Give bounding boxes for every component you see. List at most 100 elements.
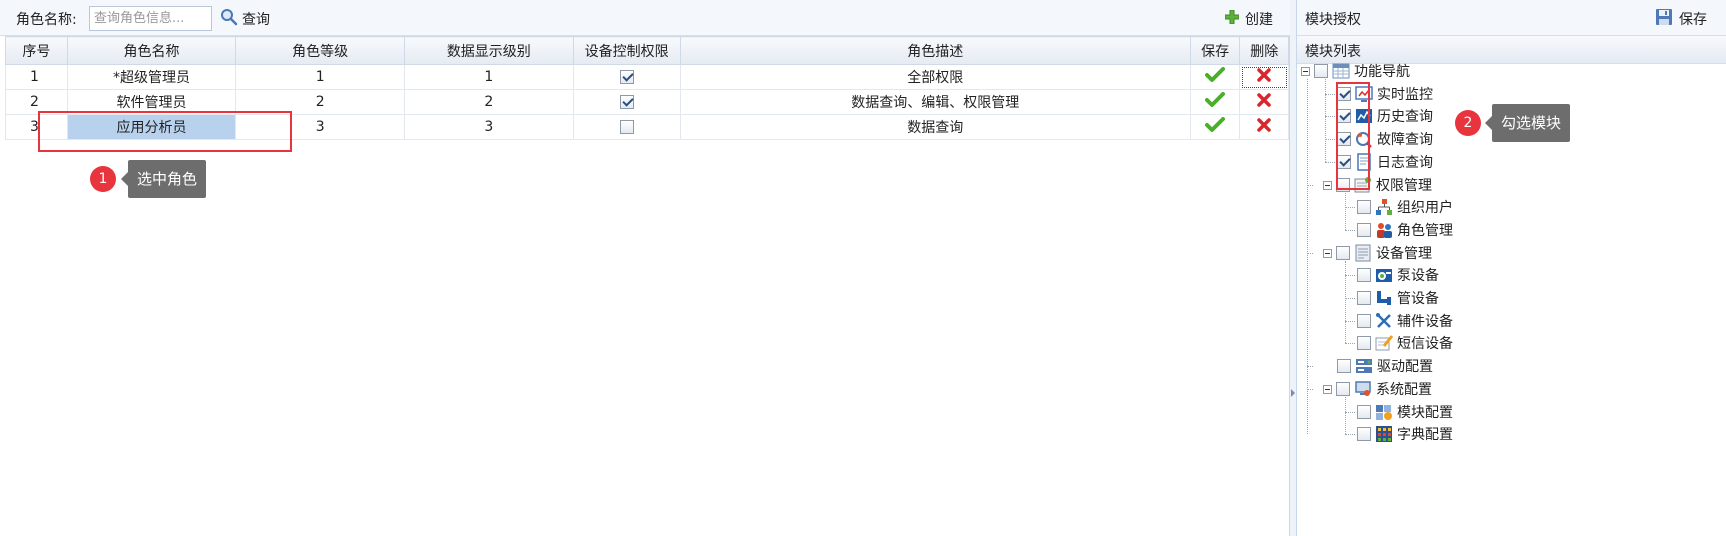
tree-node-label: 泵设备 [1397, 268, 1439, 284]
module-auth-header: 模块授权 保存 [1297, 0, 1726, 36]
annotation-badge-1: 1 [90, 166, 116, 192]
tree-node-checkbox[interactable] [1357, 405, 1371, 419]
device-control-checkbox[interactable] [619, 70, 634, 84]
search-button[interactable]: 查询 [220, 8, 270, 30]
tree-connector [1345, 261, 1346, 343]
tree-node-label: 日志查询 [1377, 155, 1433, 171]
column-header-description[interactable]: 角色描述 [679, 36, 1191, 65]
save-modules-button[interactable]: 保存 [1655, 8, 1707, 30]
tree-node[interactable]: 功能导航 [1301, 59, 1410, 83]
device-control-cell[interactable] [572, 89, 681, 115]
panel-splitter[interactable] [1290, 0, 1297, 536]
delete-x-icon[interactable] [1257, 68, 1271, 86]
column-header-display-level[interactable]: 数据显示级别 [404, 36, 574, 65]
save-cell [1189, 89, 1241, 115]
tree-node[interactable]: 系统配置 [1323, 377, 1432, 401]
display-level-cell[interactable]: 2 [404, 89, 574, 115]
org-icon [1375, 198, 1393, 216]
tree-node-label: 功能导航 [1354, 64, 1410, 80]
device-control-cell[interactable] [572, 114, 681, 140]
display-level-cell[interactable]: 1 [404, 64, 574, 90]
collapse-toggle-icon[interactable] [1323, 384, 1332, 394]
tree-node[interactable]: 短信设备 [1357, 331, 1453, 355]
tree-node[interactable]: 角色管理 [1357, 218, 1453, 242]
tree-node-checkbox[interactable] [1336, 246, 1350, 260]
tree-connector [1345, 207, 1355, 208]
tree-connector [1325, 116, 1335, 117]
annotation-tooltip-1: 选中角色 [120, 160, 207, 198]
tree-node[interactable]: 设备管理 [1323, 241, 1432, 265]
tree-node-checkbox[interactable] [1357, 268, 1371, 282]
collapse-toggle-icon[interactable] [1323, 248, 1332, 258]
tools-icon [1375, 312, 1393, 330]
tree-node-checkbox[interactable] [1314, 64, 1328, 78]
roles-icon [1375, 221, 1393, 239]
driver-icon [1355, 357, 1373, 375]
device-control-checkbox[interactable] [619, 120, 634, 134]
tree-node-label: 组织用户 [1397, 200, 1453, 216]
search-button-label: 查询 [242, 12, 270, 28]
delete-x-icon[interactable] [1257, 93, 1271, 111]
tree-node-checkbox[interactable] [1357, 200, 1371, 214]
tree-node[interactable]: 泵设备 [1357, 263, 1439, 287]
tree-node-checkbox[interactable] [1336, 382, 1350, 396]
tree-node[interactable]: 管设备 [1357, 286, 1439, 310]
display-level-cell[interactable]: 3 [404, 114, 574, 140]
role-name-cell[interactable]: *超级管理员 [66, 64, 237, 90]
collapse-toggle-icon[interactable] [1323, 180, 1332, 190]
system-icon [1354, 380, 1372, 398]
tree-node-checkbox[interactable] [1357, 427, 1371, 441]
tree-node-label: 历史查询 [1377, 109, 1433, 125]
save-check-icon[interactable] [1205, 67, 1226, 87]
collapse-toggle-icon[interactable] [1301, 66, 1310, 76]
delete-x-icon[interactable] [1257, 118, 1271, 136]
tree-node-label: 角色管理 [1397, 223, 1453, 239]
sms-icon [1375, 334, 1394, 352]
tree-node-checkbox[interactable] [1337, 359, 1351, 373]
tree-node[interactable]: 组织用户 [1357, 195, 1453, 219]
annotation-box-select-role [38, 111, 292, 152]
device-control-cell[interactable] [572, 64, 681, 90]
tree-node-checkbox[interactable] [1357, 291, 1371, 305]
tree-node-checkbox[interactable] [1357, 223, 1371, 237]
annotation-tooltip-2: 勾选模块 [1484, 104, 1571, 142]
description-cell[interactable]: 全部权限 [679, 64, 1191, 90]
tree-node-checkbox[interactable] [1357, 314, 1371, 328]
column-header-role-level[interactable]: 角色等级 [235, 36, 405, 65]
table-header-row: 序号 角色名称 角色等级 数据显示级别 设备控制权限 角色描述 保存 删除 [5, 36, 1289, 65]
roles-panel: 角色名称: 查询 创建 序号 角色名称 角色等级 数据显示级别 设备 [0, 0, 1290, 536]
save-check-icon[interactable] [1205, 117, 1226, 137]
tree-connector [1345, 397, 1346, 434]
tree-node[interactable]: 辅件设备 [1357, 309, 1453, 333]
grid-icon [1332, 62, 1350, 80]
tree-connector [1325, 79, 1326, 162]
column-header-role-name[interactable]: 角色名称 [66, 36, 237, 65]
tree-node-checkbox[interactable] [1357, 336, 1371, 350]
role-search-input[interactable] [89, 6, 212, 31]
table-row[interactable]: 1 *超级管理员 1 1 全部权限 [5, 64, 1289, 90]
tree-node[interactable]: 模块配置 [1357, 400, 1453, 424]
device-control-checkbox[interactable] [619, 95, 634, 109]
tree-node-label: 驱动配置 [1377, 359, 1433, 375]
create-button[interactable]: 创建 [1224, 8, 1273, 30]
column-header-delete[interactable]: 删除 [1239, 36, 1289, 65]
tree-node[interactable]: 驱动配置 [1337, 354, 1433, 378]
tree-connector [1345, 298, 1355, 299]
save-modules-label: 保存 [1679, 12, 1707, 28]
column-header-device-control[interactable]: 设备控制权限 [572, 36, 681, 65]
description-cell[interactable]: 数据查询、编辑、权限管理 [679, 89, 1191, 115]
description-cell[interactable]: 数据查询 [679, 114, 1191, 140]
column-header-index[interactable]: 序号 [5, 36, 68, 65]
tree-connector [1325, 94, 1335, 95]
tree-node-label: 系统配置 [1376, 382, 1432, 398]
tree-node[interactable]: 字典配置 [1357, 422, 1453, 446]
tree-connector [1307, 79, 1308, 434]
collapse-arrow-icon[interactable] [1291, 389, 1295, 397]
role-level-cell[interactable]: 1 [235, 64, 405, 90]
save-check-icon[interactable] [1205, 92, 1226, 112]
roles-toolbar: 角色名称: 查询 创建 [0, 0, 1290, 36]
tree-connector [1345, 412, 1355, 413]
tree-node-label: 短信设备 [1397, 336, 1453, 352]
tree-connector [1325, 162, 1335, 163]
column-header-save[interactable]: 保存 [1189, 36, 1241, 65]
